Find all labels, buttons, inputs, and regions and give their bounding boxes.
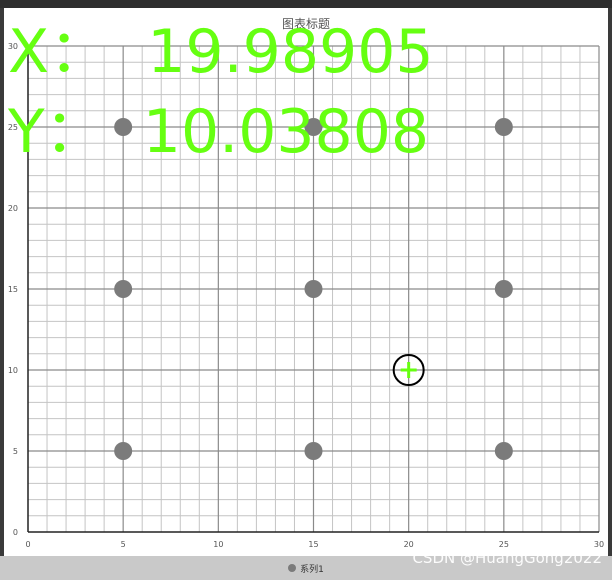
x-coordinate-readout: X： 19.98905: [8, 17, 434, 87]
y-tick-label: 15: [8, 285, 18, 294]
y-coordinate-readout: Y： 10.03808: [8, 97, 430, 167]
data-point: [494, 442, 513, 460]
x-tick-label: 0: [25, 540, 30, 549]
y-tick-label: 5: [13, 447, 18, 456]
watermark: CSDN @HuangGong2022: [412, 549, 602, 567]
legend-marker-icon: [288, 564, 297, 572]
data-point: [304, 280, 323, 298]
y-tick-label: 20: [8, 204, 18, 213]
x-tick-label: 20: [404, 540, 414, 549]
data-point: [494, 118, 513, 136]
y-tick-label: 0: [13, 528, 18, 537]
legend-label: 系列1: [300, 564, 324, 575]
x-tick-label: 30: [594, 540, 604, 549]
data-point: [304, 442, 323, 460]
y-tick-label: 10: [8, 366, 18, 375]
data-point: [494, 280, 513, 298]
x-tick-label: 15: [308, 540, 318, 549]
x-tick-label: 5: [121, 540, 126, 549]
x-tick-label: 25: [499, 540, 509, 549]
x-tick-label: 10: [213, 540, 223, 549]
data-point: [114, 442, 133, 460]
data-point: [114, 280, 133, 298]
